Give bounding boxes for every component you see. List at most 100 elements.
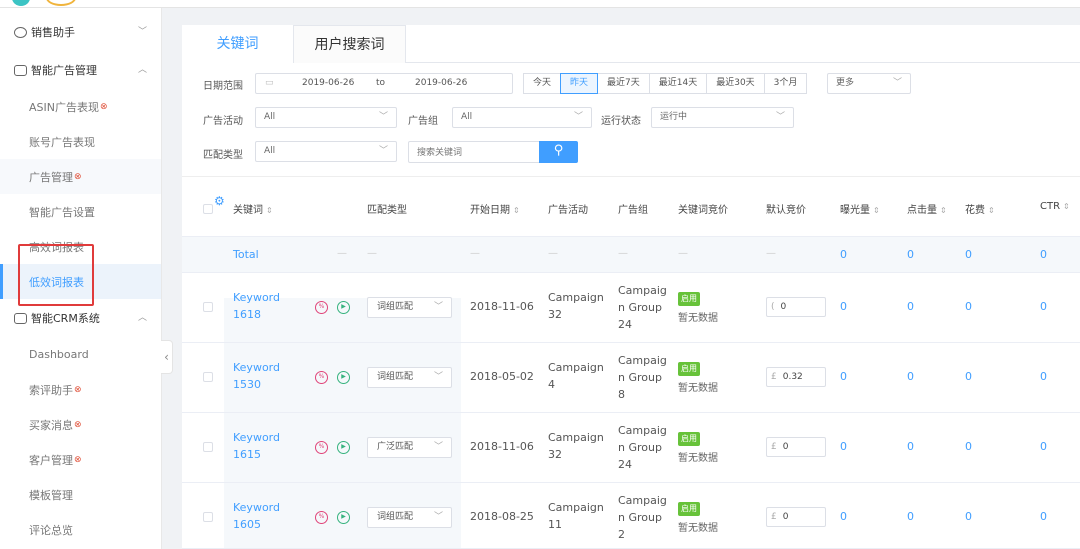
table-row[interactable]: Keyword 1618 % ▶ 词组匹配 ﹀ 2018-11-06 Campa…	[182, 273, 1080, 343]
sort-icon: ⇕	[873, 206, 880, 215]
table-header: ⚙ 关键词 ⇕ 匹配类型 开始日期 ⇕ 广告活动 广告组 关键词竞价 默认竞价 曝光…	[182, 176, 1080, 237]
default-bid-input[interactable]: £0	[766, 437, 826, 457]
tag-icon[interactable]: %	[315, 441, 328, 454]
date-range-picker[interactable]: ▭ 2019-06-26 to 2019-06-26	[255, 73, 513, 94]
keyword-link[interactable]: Keyword	[233, 431, 280, 444]
header-impressions[interactable]: 曝光量 ⇕	[840, 201, 880, 216]
more-select-value: 更多	[836, 78, 855, 88]
table-row[interactable]: Keyword 1615 % ▶ 广泛匹配 ﹀ 2018-11-06 Campa…	[182, 413, 1080, 483]
campaign-label: 广告活动	[203, 116, 243, 127]
campaign-select[interactable]: All ﹀	[255, 107, 397, 128]
tag-icon[interactable]: %	[315, 511, 328, 524]
match-type-row-select[interactable]: 广泛匹配 ﹀	[367, 437, 452, 458]
match-type-row-select[interactable]: 词组匹配 ﹀	[367, 367, 452, 388]
sidebar-item[interactable]: 智能广告设置	[0, 194, 161, 229]
play-icon[interactable]: ▶	[337, 371, 350, 384]
header-start-date[interactable]: 开始日期 ⇕	[470, 201, 520, 216]
total-impressions: 0	[840, 248, 847, 261]
chevron-down-icon: ﹀	[573, 112, 583, 122]
collapse-sidebar-button[interactable]: ‹	[161, 340, 173, 374]
header-spend[interactable]: 花费 ⇕	[965, 201, 995, 216]
date-from[interactable]: 2019-06-26	[302, 78, 354, 88]
match-type-row-select[interactable]: 词组匹配 ﹀	[367, 507, 452, 528]
top-bar	[0, 0, 1080, 8]
keyword-link[interactable]: Keyword	[233, 361, 280, 374]
default-bid-input[interactable]: (0	[766, 297, 826, 317]
sidebar-group-sales[interactable]: 销售助手 ﹀	[0, 13, 161, 51]
sidebar-item-label: ASIN广告表现	[29, 100, 99, 114]
sidebar-item-label: 买家消息	[29, 418, 73, 432]
header-ctr[interactable]: CTR ⇕	[1040, 201, 1070, 212]
header-keyword-label: 关键词	[233, 205, 263, 216]
quick-date-button[interactable]: 最近7天	[597, 73, 650, 94]
date-to[interactable]: 2019-06-26	[415, 78, 467, 88]
match-type-row-select[interactable]: 词组匹配 ﹀	[367, 297, 452, 318]
keyword-link[interactable]: Keyword	[233, 291, 280, 304]
status-select[interactable]: 运行中 ﹀	[651, 107, 794, 128]
search-button[interactable]: ⚲	[539, 141, 578, 163]
logo-icon	[12, 0, 30, 6]
sidebar-item[interactable]: 评论总览	[0, 512, 161, 547]
match-type-select[interactable]: All ﹀	[255, 141, 397, 162]
default-bid-input[interactable]: £0.32	[766, 367, 826, 387]
sidebar-item[interactable]: 广告管理 ⊗	[0, 159, 161, 194]
sidebar-item[interactable]: Dashboard	[0, 337, 161, 372]
table-row[interactable]: Keyword 1605 % ▶ 词组匹配 ﹀ 2018-08-25 Campa…	[182, 483, 1080, 549]
sidebar-item[interactable]: 客户管理 ⊗	[0, 442, 161, 477]
row-checkbox[interactable]	[203, 372, 213, 382]
chevron-up-icon: ︿	[137, 65, 147, 75]
sidebar: 销售助手 ﹀ 智能广告管理 ︿ ASIN广告表现 ⊗ 账号广告表现 广告管理 ⊗ 智能广告…	[0, 8, 162, 549]
tag-icon[interactable]: %	[315, 301, 328, 314]
match-type-row-value: 词组匹配	[377, 512, 414, 522]
ctr-value: 0	[1040, 300, 1047, 313]
spend-value: 0	[965, 510, 972, 523]
tag-icon[interactable]: %	[315, 371, 328, 384]
chevron-down-icon: ﹀	[137, 27, 147, 37]
header-keyword[interactable]: 关键词 ⇕	[233, 201, 273, 216]
table-row[interactable]: Keyword 1530 % ▶ 词组匹配 ﹀ 2018-05-02 Campa…	[182, 343, 1080, 413]
keyword-id[interactable]: 1605	[233, 518, 261, 531]
adgroup-label: 广告组	[408, 116, 438, 127]
sidebar-item[interactable]: ASIN广告表现 ⊗	[0, 89, 161, 124]
quick-date-button[interactable]: 最近30天	[706, 73, 765, 94]
quick-date-button[interactable]: 今天	[523, 73, 562, 94]
sidebar-item[interactable]: 低效词报表	[0, 264, 161, 299]
play-icon[interactable]: ▶	[337, 301, 350, 314]
header-clicks[interactable]: 点击量 ⇕	[907, 201, 947, 216]
row-checkbox[interactable]	[203, 302, 213, 312]
default-bid-input[interactable]: £0	[766, 507, 826, 527]
keyword-id[interactable]: 1618	[233, 308, 261, 321]
sort-icon: ⇕	[1063, 202, 1070, 211]
header-match-type: 匹配类型	[367, 205, 407, 216]
default-bid-value: 0.32	[782, 372, 803, 382]
keyword-id[interactable]: 1615	[233, 448, 261, 461]
sidebar-item[interactable]: 买家消息 ⊗	[0, 407, 161, 442]
sidebar-item[interactable]: 账号广告表现	[0, 124, 161, 159]
more-select[interactable]: 更多 ﹀	[827, 73, 911, 94]
tab-search-terms[interactable]: 用户搜索词	[294, 25, 406, 63]
adgroup-name-cont: n Group	[618, 441, 662, 454]
settings-icon[interactable]: ⚙	[214, 194, 225, 208]
sidebar-item[interactable]: 索评助手 ⊗	[0, 372, 161, 407]
tab-keywords[interactable]: 关键词	[182, 25, 294, 63]
row-checkbox[interactable]	[203, 442, 213, 452]
sidebar-group-ads[interactable]: 智能广告管理 ︿	[0, 51, 161, 89]
row-checkbox[interactable]	[203, 512, 213, 522]
quick-date-button[interactable]: 3个月	[763, 73, 808, 94]
sidebar-item[interactable]: 模板管理	[0, 477, 161, 512]
quick-date-button[interactable]: 昨天	[560, 73, 599, 94]
play-icon[interactable]: ▶	[337, 511, 350, 524]
keyword-id[interactable]: 1530	[233, 378, 261, 391]
sidebar-group-crm[interactable]: 智能CRM系统 ︿	[0, 299, 161, 337]
keyword-link[interactable]: Keyword	[233, 501, 280, 514]
play-icon[interactable]: ▶	[337, 441, 350, 454]
adgroup-select[interactable]: All ﹀	[452, 107, 592, 128]
campaign-select-value: All	[264, 112, 276, 122]
adgroup-name-cont: n Group	[618, 371, 662, 384]
adgroup-name: Campaig	[618, 424, 667, 437]
keyword-search-input[interactable]	[408, 141, 540, 163]
sidebar-item[interactable]: 高效词报表	[0, 229, 161, 264]
quick-date-button[interactable]: 最近14天	[648, 73, 708, 94]
match-type-row-value: 词组匹配	[377, 302, 414, 312]
select-all-checkbox[interactable]	[203, 204, 213, 214]
